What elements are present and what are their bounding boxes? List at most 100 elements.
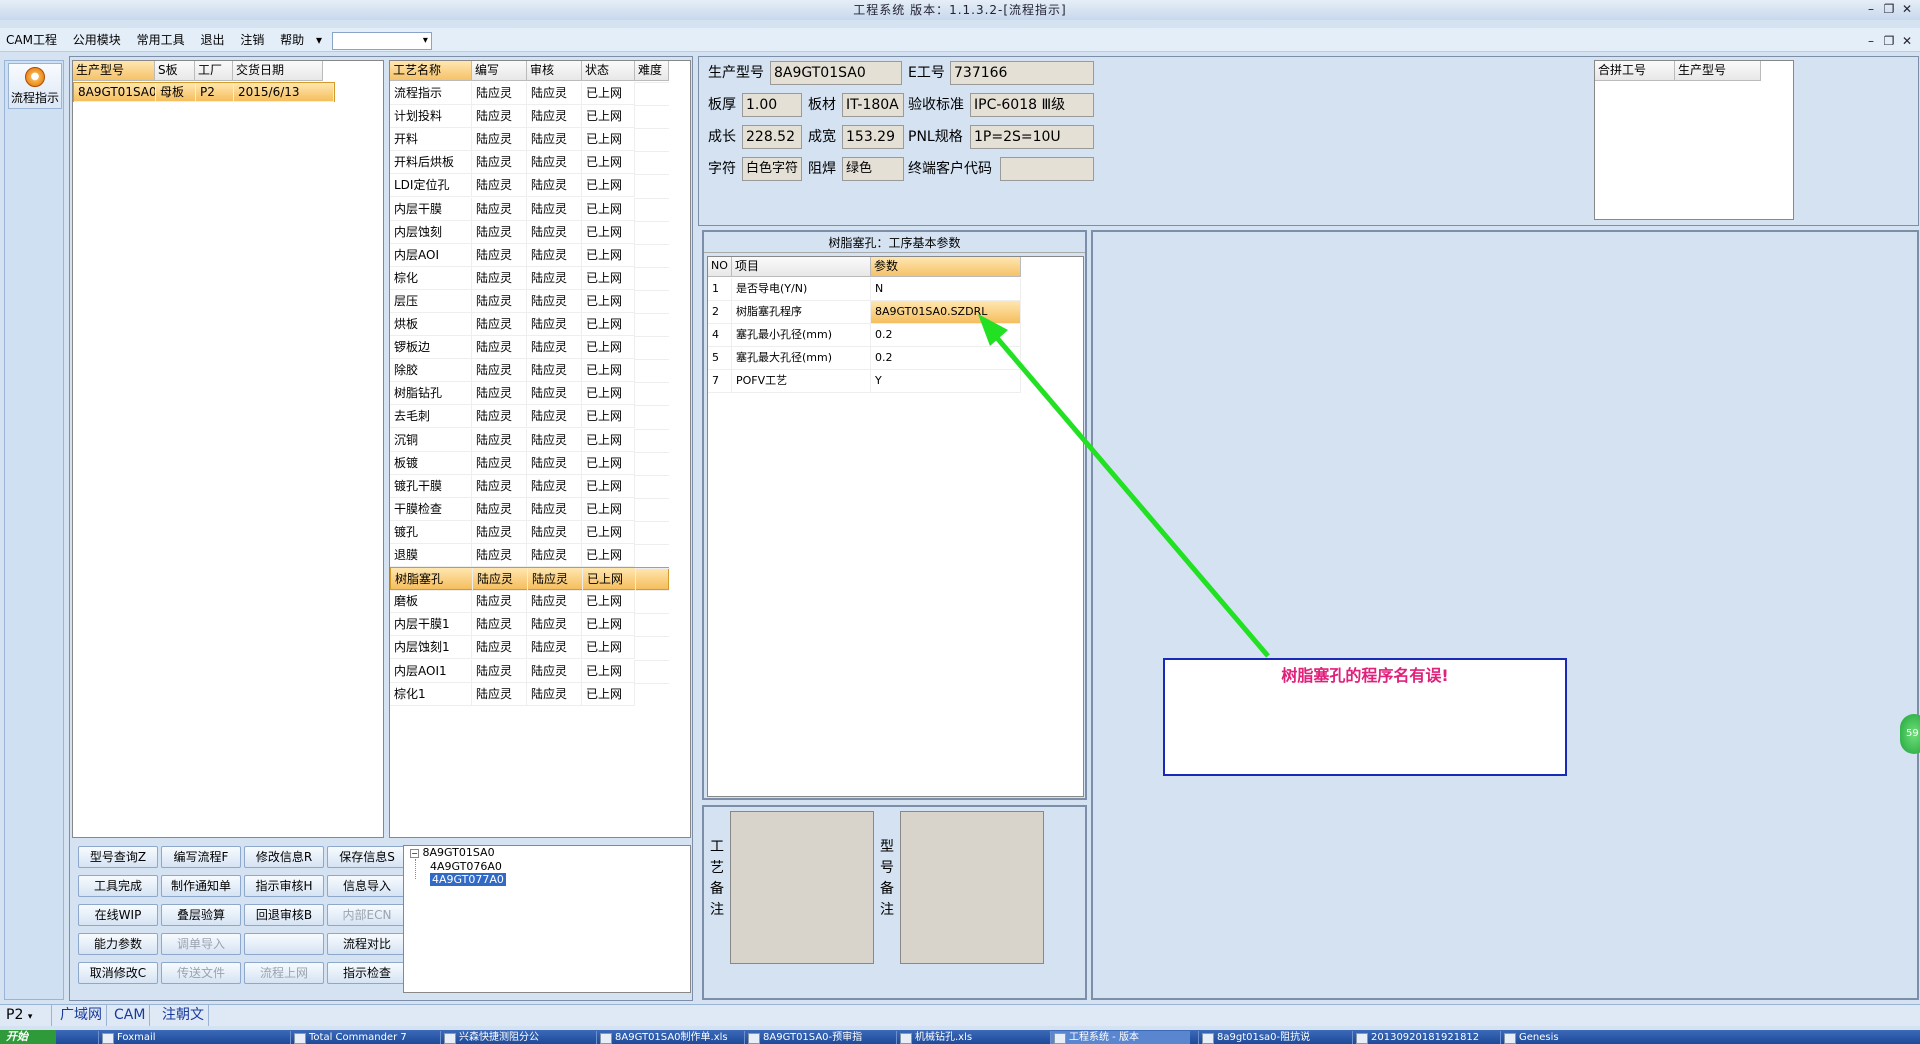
table-row[interactable]: 1 是否导电(Y/N) N — [708, 278, 1021, 301]
taskbar-item[interactable]: 20130920181921812 — [1352, 1031, 1492, 1044]
menu-exit[interactable]: 退出 — [194, 28, 230, 52]
merge-grid[interactable]: 合拼工号 生产型号 — [1594, 60, 1794, 220]
nav-flow-button[interactable]: ● 流程指示 — [8, 63, 62, 109]
col-process[interactable]: 工艺名称 — [390, 61, 472, 81]
table-row[interactable]: 镀孔干膜 陆应灵 陆应灵 已上网 — [390, 474, 669, 498]
table-row[interactable]: 树脂塞孔 陆应灵 陆应灵 已上网 — [390, 567, 670, 592]
table-row[interactable]: 8A9GT01SA0 母板 P2 2015/6/13 — [73, 82, 335, 102]
table-row[interactable]: 棕化 陆应灵 陆应灵 已上网 — [390, 266, 669, 290]
mdi-minimize-icon[interactable]: – — [1862, 32, 1880, 50]
taskbar-item[interactable]: 8a9gt01sa0-阻抗说 — [1198, 1031, 1342, 1044]
model-memo[interactable] — [900, 811, 1044, 964]
action-button-4-0[interactable]: 取消修改C — [78, 962, 158, 984]
table-row[interactable]: 磨板 陆应灵 陆应灵 已上网 — [390, 590, 669, 614]
model-tree[interactable]: − 8A9GT01SA0 4A9GT076A0 4A9GT077A0 — [403, 845, 691, 993]
action-button-0-0[interactable]: 型号查询Z — [78, 846, 158, 868]
table-row[interactable]: 棕化1 陆应灵 陆应灵 已上网 — [390, 682, 669, 706]
taskbar-item[interactable]: 机械钻孔.xls — [896, 1031, 1040, 1044]
action-button-0-3[interactable]: 保存信息S — [327, 846, 407, 868]
table-row[interactable]: 锣板边 陆应灵 陆应灵 已上网 — [390, 336, 669, 360]
table-row[interactable]: 退膜 陆应灵 陆应灵 已上网 — [390, 544, 669, 567]
action-button-1-3[interactable]: 信息导入 — [327, 875, 407, 897]
table-row[interactable]: 内层蚀刻 陆应灵 陆应灵 已上网 — [390, 220, 669, 244]
table-row[interactable]: 开料后烘板 陆应灵 陆应灵 已上网 — [390, 151, 669, 175]
col-item[interactable]: 项目 — [732, 257, 871, 277]
col-s[interactable]: S板 — [155, 61, 195, 81]
tree-node[interactable]: 4A9GT076A0 — [430, 860, 502, 873]
table-row[interactable]: 内层干膜 陆应灵 陆应灵 已上网 — [390, 197, 669, 221]
action-button-3-1[interactable]: 调单导入 — [161, 933, 241, 955]
col-status[interactable]: 状态 — [582, 61, 635, 81]
action-button-1-0[interactable]: 工具完成 — [78, 875, 158, 897]
wid-field[interactable]: 153.29 — [842, 125, 904, 149]
mdi-close-icon[interactable]: ✕ — [1898, 32, 1916, 50]
action-button-4-3[interactable]: 指示检查 — [327, 962, 407, 984]
table-row[interactable]: 流程指示 陆应灵 陆应灵 已上网 — [390, 82, 669, 105]
toolbar-combo[interactable] — [331, 31, 432, 50]
mask-field[interactable]: 绿色 — [842, 157, 904, 181]
chevron-down-icon[interactable]: ▾ — [314, 28, 324, 52]
action-button-4-1[interactable]: 传送文件 — [161, 962, 241, 984]
table-row[interactable]: 沉铜 陆应灵 陆应灵 已上网 — [390, 428, 669, 452]
menu-tools[interactable]: 常用工具 — [131, 28, 191, 52]
action-button-3-2[interactable] — [244, 933, 324, 955]
table-row[interactable]: 层压 陆应灵 陆应灵 已上网 — [390, 289, 669, 313]
col-param[interactable]: 参数 — [871, 257, 1021, 277]
col-merge-no[interactable]: 合拼工号 — [1595, 61, 1675, 81]
col-difficulty[interactable]: 难度 — [635, 61, 669, 81]
taskbar-item[interactable]: Total Commander 7 — [290, 1031, 430, 1044]
action-button-0-2[interactable]: 修改信息R — [244, 846, 324, 868]
action-button-3-0[interactable]: 能力参数 — [78, 933, 158, 955]
col-no[interactable]: NO — [708, 257, 732, 277]
tree-root[interactable]: − 8A9GT01SA0 — [410, 846, 495, 859]
col-factory[interactable]: 工厂 — [195, 61, 233, 81]
table-row[interactable]: 开料 陆应灵 陆应灵 已上网 — [390, 128, 669, 152]
taskbar-item[interactable]: Genesis — [1500, 1031, 1600, 1044]
table-row[interactable]: 板镀 陆应灵 陆应灵 已上网 — [390, 451, 669, 475]
taskbar-item[interactable]: Foxmail — [98, 1031, 278, 1044]
table-row[interactable]: 内层干膜1 陆应灵 陆应灵 已上网 — [390, 613, 669, 637]
model-grid[interactable]: 生产型号 S板 工厂 交货日期 8A9GT01SA0 母板 P2 2015/6/… — [72, 60, 384, 838]
char-field[interactable]: 白色字符 — [742, 157, 802, 181]
col-model[interactable]: 生产型号 — [73, 61, 155, 81]
action-button-4-2[interactable]: 流程上网 — [244, 962, 324, 984]
table-row[interactable]: 干膜检查 陆应灵 陆应灵 已上网 — [390, 497, 669, 521]
len-field[interactable]: 228.52 — [742, 125, 802, 149]
table-row[interactable]: 计划投料 陆应灵 陆应灵 已上网 — [390, 105, 669, 129]
table-row[interactable]: 内层AOI1 陆应灵 陆应灵 已上网 — [390, 659, 669, 683]
menu-help[interactable]: 帮助 — [274, 28, 310, 52]
table-row[interactable]: 镀孔 陆应灵 陆应灵 已上网 — [390, 520, 669, 544]
mdi-restore-icon[interactable]: ❐ — [1880, 32, 1898, 50]
action-button-2-3[interactable]: 内部ECN — [327, 904, 407, 926]
menu-logout[interactable]: 注销 — [234, 28, 270, 52]
process-memo[interactable] — [730, 811, 874, 964]
table-row[interactable]: 树脂钻孔 陆应灵 陆应灵 已上网 — [390, 382, 669, 406]
col-merge-model[interactable]: 生产型号 — [1675, 61, 1761, 81]
process-grid[interactable]: 工艺名称 编写 审核 状态 难度 流程指示 陆应灵 陆应灵 已上网 计划投料 陆应灵 陆应灵… — [389, 60, 691, 838]
status-factory[interactable]: P2 ▾ — [2, 1005, 52, 1026]
menu-common[interactable]: 公用模块 — [67, 28, 127, 52]
taskbar-item[interactable]: 8A9GT01SA0制作单.xls — [596, 1031, 736, 1044]
table-row[interactable]: 内层AOI 陆应灵 陆应灵 已上网 — [390, 243, 669, 267]
restore-icon[interactable]: ❐ — [1880, 0, 1898, 18]
start-button[interactable]: 开始 — [0, 1030, 56, 1044]
table-row[interactable]: 内层蚀刻1 陆应灵 陆应灵 已上网 — [390, 636, 669, 660]
action-button-3-3[interactable]: 流程对比 — [327, 933, 407, 955]
action-button-2-1[interactable]: 叠层验算 — [161, 904, 241, 926]
std-field[interactable]: IPC-6018 Ⅲ级 — [970, 93, 1094, 117]
taskbar-item[interactable]: 工程系统 - 版本 — [1050, 1031, 1190, 1044]
col-reviewer[interactable]: 审核 — [527, 61, 582, 81]
table-row[interactable]: 去毛刺 陆应灵 陆应灵 已上网 — [390, 405, 669, 429]
action-button-2-0[interactable]: 在线WIP — [78, 904, 158, 926]
col-author[interactable]: 编写 — [472, 61, 527, 81]
table-row[interactable]: 除胶 陆应灵 陆应灵 已上网 — [390, 359, 669, 383]
side-badge[interactable]: 59 — [1900, 714, 1920, 754]
model-field[interactable]: 8A9GT01SA0 — [770, 61, 902, 85]
e-field[interactable]: 737166 — [950, 61, 1094, 85]
action-button-1-2[interactable]: 指示审核H — [244, 875, 324, 897]
mat-field[interactable]: IT-180A — [842, 93, 904, 117]
tree-node-selected[interactable]: 4A9GT077A0 — [430, 873, 506, 886]
thick-field[interactable]: 1.00 — [742, 93, 802, 117]
collapse-icon[interactable]: − — [410, 849, 419, 858]
minimize-icon[interactable]: – — [1862, 0, 1880, 18]
